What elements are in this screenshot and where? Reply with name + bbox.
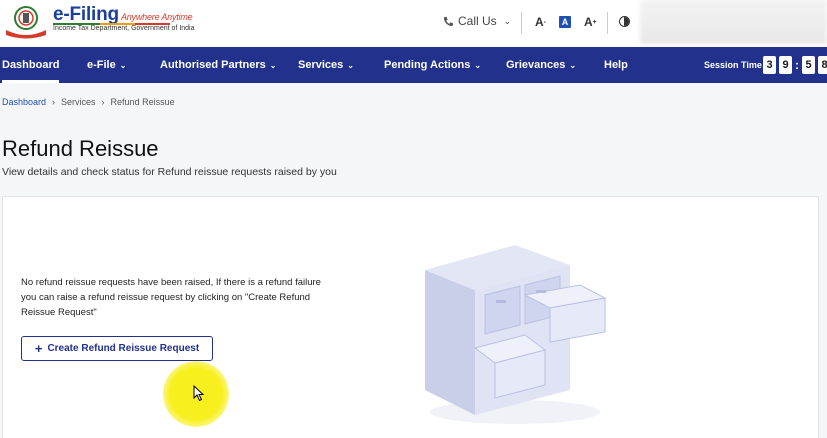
empty-state-message: No refund reissue requests have been rai…: [21, 277, 321, 318]
breadcrumb-dashboard[interactable]: Dashboard: [2, 97, 46, 107]
divider: [521, 12, 522, 34]
phone-icon: [443, 16, 454, 26]
contrast-icon[interactable]: [619, 16, 630, 27]
logo-subtitle: Income Tax Department, Government of Ind…: [53, 25, 195, 32]
nav-pending-actions[interactable]: Pending Actions ⌄: [384, 47, 481, 83]
nav-efile[interactable]: e-File ⌄: [87, 47, 126, 83]
user-profile-area[interactable]: [640, 0, 827, 44]
divider: [607, 12, 608, 34]
timer-digit: 8: [818, 56, 827, 74]
session-timer: 3 9 : 5 8: [763, 56, 827, 74]
nav-help[interactable]: Help: [604, 47, 628, 83]
timer-digit: 3: [763, 56, 776, 74]
create-refund-reissue-button[interactable]: + Create Refund Reissue Request: [21, 336, 213, 361]
nav-services[interactable]: Services ⌄: [298, 47, 354, 83]
plus-icon: +: [34, 341, 43, 356]
chevron-right-icon: ›: [52, 97, 56, 107]
page-title: Refund Reissue: [2, 136, 159, 161]
chevron-down-icon: ⌄: [119, 60, 127, 70]
breadcrumb: Dashboard › Services › Refund Reissue: [2, 97, 175, 107]
chevron-down-icon: ⌄: [474, 60, 482, 70]
breadcrumb-current: Refund Reissue: [110, 97, 175, 107]
font-increase-button[interactable]: A +: [584, 12, 597, 32]
main-nav: Dashboard e-File ⌄ Authorised Partners ⌄ S…: [0, 47, 827, 83]
chevron-down-icon: ⌄: [347, 60, 354, 70]
emblem-icon: [6, 6, 46, 39]
chevron-down-icon: ⌄: [503, 15, 512, 26]
breadcrumb-services[interactable]: Services: [61, 97, 96, 107]
timer-digit: 9: [779, 56, 792, 74]
nav-dashboard[interactable]: Dashboard: [2, 47, 60, 83]
nav-authorised-partners[interactable]: Authorised Partners ⌄: [160, 47, 276, 83]
chevron-right-icon: ›: [101, 97, 105, 107]
timer-separator: :: [795, 58, 799, 72]
page-description: View details and check status for Refund…: [2, 166, 337, 178]
create-button-label: Create Refund Reissue Request: [47, 343, 200, 354]
timer-digit: 5: [802, 56, 815, 74]
logo-tagline: Anywhere Anytime: [120, 12, 193, 22]
call-us-label: Call Us: [458, 14, 497, 28]
refund-reissue-card: No refund reissue requests have been rai…: [2, 196, 819, 438]
top-header: e-Filing Anywhere Anytime Income Tax Depa…: [0, 0, 827, 47]
filing-cabinet-illustration: [425, 245, 607, 424]
font-decrease-button[interactable]: A-: [535, 12, 546, 32]
call-us-button[interactable]: Call Us ⌄: [443, 14, 511, 28]
chevron-down-icon: ⌄: [269, 60, 277, 70]
chevron-down-icon: ⌄: [569, 60, 577, 70]
nav-grievances[interactable]: Grievances ⌄: [506, 47, 576, 83]
font-normal-button[interactable]: A: [559, 16, 571, 28]
session-time-label: Session Time: [704, 60, 762, 70]
mouse-pointer-icon: [193, 385, 205, 402]
